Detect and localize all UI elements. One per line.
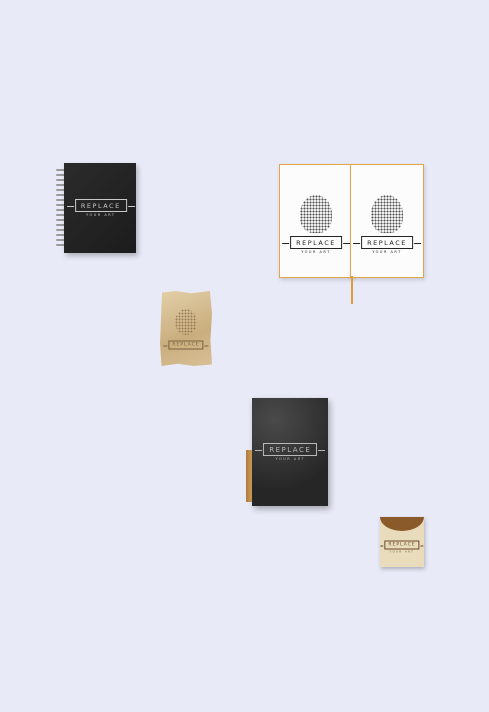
logo-subtitle: YOUR ART [389, 550, 415, 554]
logo-mark: REPLACE YOUR ART [380, 540, 424, 554]
stipple-art-icon [300, 195, 332, 233]
spiral-notebook-mockup: REPLACE YOUR ART [56, 163, 136, 253]
logo-subtitle: YOUR ART [86, 213, 116, 217]
open-notebook-mockup: REPLACE YOUR ART REPLACE YOUR ART [279, 164, 424, 304]
logo-mark: REPLACE [163, 340, 209, 350]
logo-title: REPLACE [353, 236, 421, 249]
right-page: REPLACE YOUR ART [350, 164, 424, 278]
logo-title: REPLACE [255, 443, 326, 456]
logo-mark: REPLACE YOUR ART [66, 199, 135, 217]
small-box-mockup: REPLACE YOUR ART [380, 517, 424, 567]
left-page: REPLACE YOUR ART [279, 164, 353, 278]
logo-subtitle: YOUR ART [275, 457, 306, 461]
logo-subtitle: YOUR ART [301, 250, 331, 254]
logo-mark: REPLACE YOUR ART [255, 443, 326, 461]
logo-subtitle: YOUR ART [372, 250, 402, 254]
logo-mark: REPLACE YOUR ART [353, 236, 421, 254]
bookmark-ribbon [351, 276, 353, 304]
stipple-art-icon [371, 195, 403, 233]
logo-title: REPLACE [163, 340, 209, 350]
logo-title: REPLACE [282, 236, 350, 249]
worn-book-mockup: REPLACE YOUR ART [246, 398, 328, 506]
logo-title: REPLACE [66, 199, 135, 212]
logo-title: REPLACE [380, 540, 424, 550]
old-paper-mockup: REPLACE [160, 291, 212, 366]
logo-mark: REPLACE YOUR ART [282, 236, 350, 254]
stipple-art-icon [175, 309, 197, 335]
